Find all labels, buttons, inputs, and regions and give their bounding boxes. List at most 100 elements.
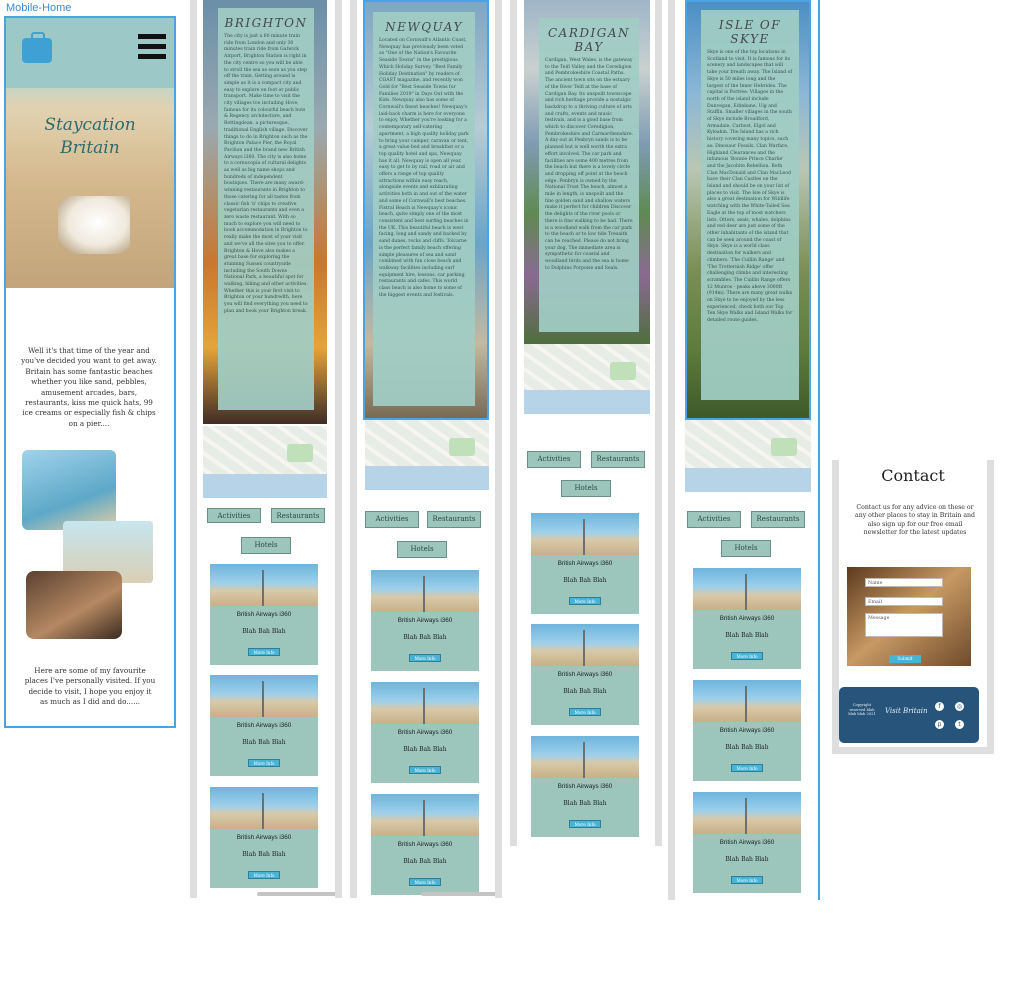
horizontal-scrollbar[interactable] <box>257 892 335 896</box>
hotel-card-name: British Airways i360 <box>557 560 613 567</box>
activities-button[interactable]: Activities <box>365 511 419 528</box>
destination-description: Located on Cornwall's Atlantic Coast, Ne… <box>379 38 469 298</box>
hotel-card-image <box>210 787 318 829</box>
restaurants-button[interactable]: Restaurants <box>271 508 325 523</box>
hotel-card-image <box>371 794 479 836</box>
contact-form: Name Email Message Submit <box>847 567 971 666</box>
more-info-button[interactable]: More Info <box>731 876 763 884</box>
instagram-icon[interactable]: ◎ <box>955 702 964 711</box>
hotel-card: British Airways i360 Blah Bah Blah More … <box>210 787 318 888</box>
name-field[interactable]: Name <box>865 578 943 587</box>
hotel-card-text: Blah Bah Blah <box>242 851 286 858</box>
hotel-card-name: British Airways i360 <box>397 617 453 624</box>
hotels-button[interactable]: Hotels <box>561 480 611 497</box>
twitter-icon[interactable]: t <box>955 720 964 729</box>
activities-button[interactable]: Activities <box>527 451 581 468</box>
hero-banner: Staycation Britain <box>6 18 174 288</box>
more-info-button[interactable]: More Info <box>569 708 601 716</box>
hotel-card: British Airways i360 Blah Bah Blah More … <box>371 570 479 671</box>
more-info-button[interactable]: More Info <box>569 597 601 605</box>
hotel-card-text: Blah Bah Blah <box>725 856 769 863</box>
horizontal-scrollbar[interactable] <box>421 892 495 896</box>
ice-cream-photo <box>22 450 116 530</box>
hotel-card-image <box>371 570 479 612</box>
destination-title: ISLE OF SKYE <box>718 18 782 46</box>
activities-button[interactable]: Activities <box>687 511 741 528</box>
hotel-card-name: British Airways i360 <box>397 841 453 848</box>
hotel-card: British Airways i360 Blah Bah Blah More … <box>210 675 318 776</box>
restaurants-button[interactable]: Restaurants <box>751 511 805 528</box>
intro-text: Well it's that time of the year and you'… <box>21 346 157 428</box>
message-field[interactable]: Message <box>865 613 943 637</box>
more-info-button[interactable]: More Info <box>409 878 441 886</box>
hotel-card-image <box>693 792 801 834</box>
hotels-button[interactable]: Hotels <box>721 540 771 557</box>
more-info-button[interactable]: More Info <box>731 652 763 660</box>
hotel-card-image <box>210 675 318 717</box>
hotel-card-image <box>531 624 639 666</box>
frame-label: Mobile-Home <box>6 2 72 14</box>
newquay-screen: NEWQUAY Located on Cornwall's Atlantic C… <box>350 0 502 898</box>
location-map[interactable] <box>685 420 811 492</box>
hotel-card: British Airways i360 Blah Bah Blah More … <box>531 736 639 837</box>
hotel-card: British Airways i360 Blah Bah Blah More … <box>210 564 318 665</box>
hotel-card-text: Blah Bah Blah <box>403 858 447 865</box>
destination-title: CARDIGAN BAY <box>548 26 630 54</box>
restaurants-button[interactable]: Restaurants <box>591 451 645 468</box>
hotel-card-name: British Airways i360 <box>719 615 775 622</box>
hotel-card-name: British Airways i360 <box>236 834 292 841</box>
hotel-card-text: Blah Bah Blah <box>242 628 286 635</box>
more-info-button[interactable]: More Info <box>248 759 280 767</box>
destination-panel: BRIGHTON The city is just a 60 minute tr… <box>218 8 314 410</box>
hotel-card-image <box>531 736 639 778</box>
hotel-card-image <box>693 680 801 722</box>
cardigan-bay-screen: CARDIGAN BAY Cardigan, West Wales, is th… <box>510 0 662 846</box>
fish-chips-photo <box>26 571 122 639</box>
more-info-button[interactable]: More Info <box>409 654 441 662</box>
hotels-button[interactable]: Hotels <box>241 537 291 554</box>
pinterest-icon[interactable]: p <box>935 720 944 729</box>
hotel-card-name: British Airways i360 <box>719 839 775 846</box>
hotels-button[interactable]: Hotels <box>397 541 447 558</box>
more-info-button[interactable]: More Info <box>248 871 280 879</box>
location-map[interactable] <box>203 426 327 498</box>
top-bar <box>6 18 174 88</box>
more-info-button[interactable]: More Info <box>248 648 280 656</box>
hotel-card-text: Blah Bah Blah <box>403 746 447 753</box>
location-map[interactable] <box>524 344 650 414</box>
brighton-screen: BRIGHTON The city is just a 60 minute tr… <box>190 0 342 898</box>
hero-title-line2: Britain <box>60 138 120 158</box>
destination-title: BRIGHTON <box>224 16 308 30</box>
hotel-card: British Airways i360 Blah Bah Blah More … <box>371 794 479 895</box>
activities-button[interactable]: Activities <box>207 508 261 523</box>
hotel-card-name: British Airways i360 <box>557 783 613 790</box>
hotel-card-text: Blah Bah Blah <box>725 632 769 639</box>
more-info-button[interactable]: More Info <box>731 764 763 772</box>
favourites-text: Here are some of my favourite places I'v… <box>24 666 156 707</box>
location-map[interactable] <box>365 420 489 490</box>
contact-description: Contact us for any advice on these or an… <box>855 504 975 537</box>
restaurants-button[interactable]: Restaurants <box>427 511 481 528</box>
more-info-button[interactable]: More Info <box>569 820 601 828</box>
destination-panel: CARDIGAN BAY Cardigan, West Wales, is th… <box>539 18 639 332</box>
destination-panel: ISLE OF SKYE Skye is one of the top loca… <box>701 10 799 400</box>
hotel-card-name: British Airways i360 <box>719 727 775 734</box>
footer-copyright: Copyright reserved blah blah blah 2021 <box>848 703 876 717</box>
hotel-card-image <box>531 513 639 555</box>
hotel-card-text: Blah Bah Blah <box>563 688 607 695</box>
destination-panel: NEWQUAY Located on Cornwall's Atlantic C… <box>373 12 475 406</box>
footer-brand: Visit Britain <box>885 707 928 715</box>
suitcase-icon[interactable] <box>22 32 52 63</box>
destination-description: Cardigan, West Wales, is the gateway to … <box>545 58 634 271</box>
hotel-card-text: Blah Bah Blah <box>403 634 447 641</box>
email-field[interactable]: Email <box>865 597 943 606</box>
isle-of-skye-screen: ISLE OF SKYE Skye is one of the top loca… <box>668 0 820 900</box>
hotel-card-text: Blah Bah Blah <box>725 744 769 751</box>
hotel-card-name: British Airways i360 <box>236 611 292 618</box>
submit-button[interactable]: Submit <box>889 655 921 663</box>
footer: Copyright reserved blah blah blah 2021 V… <box>839 687 979 743</box>
more-info-button[interactable]: More Info <box>409 766 441 774</box>
facebook-icon[interactable]: f <box>935 702 944 711</box>
hamburger-menu-icon[interactable] <box>138 34 166 62</box>
hotel-card-name: British Airways i360 <box>557 671 613 678</box>
